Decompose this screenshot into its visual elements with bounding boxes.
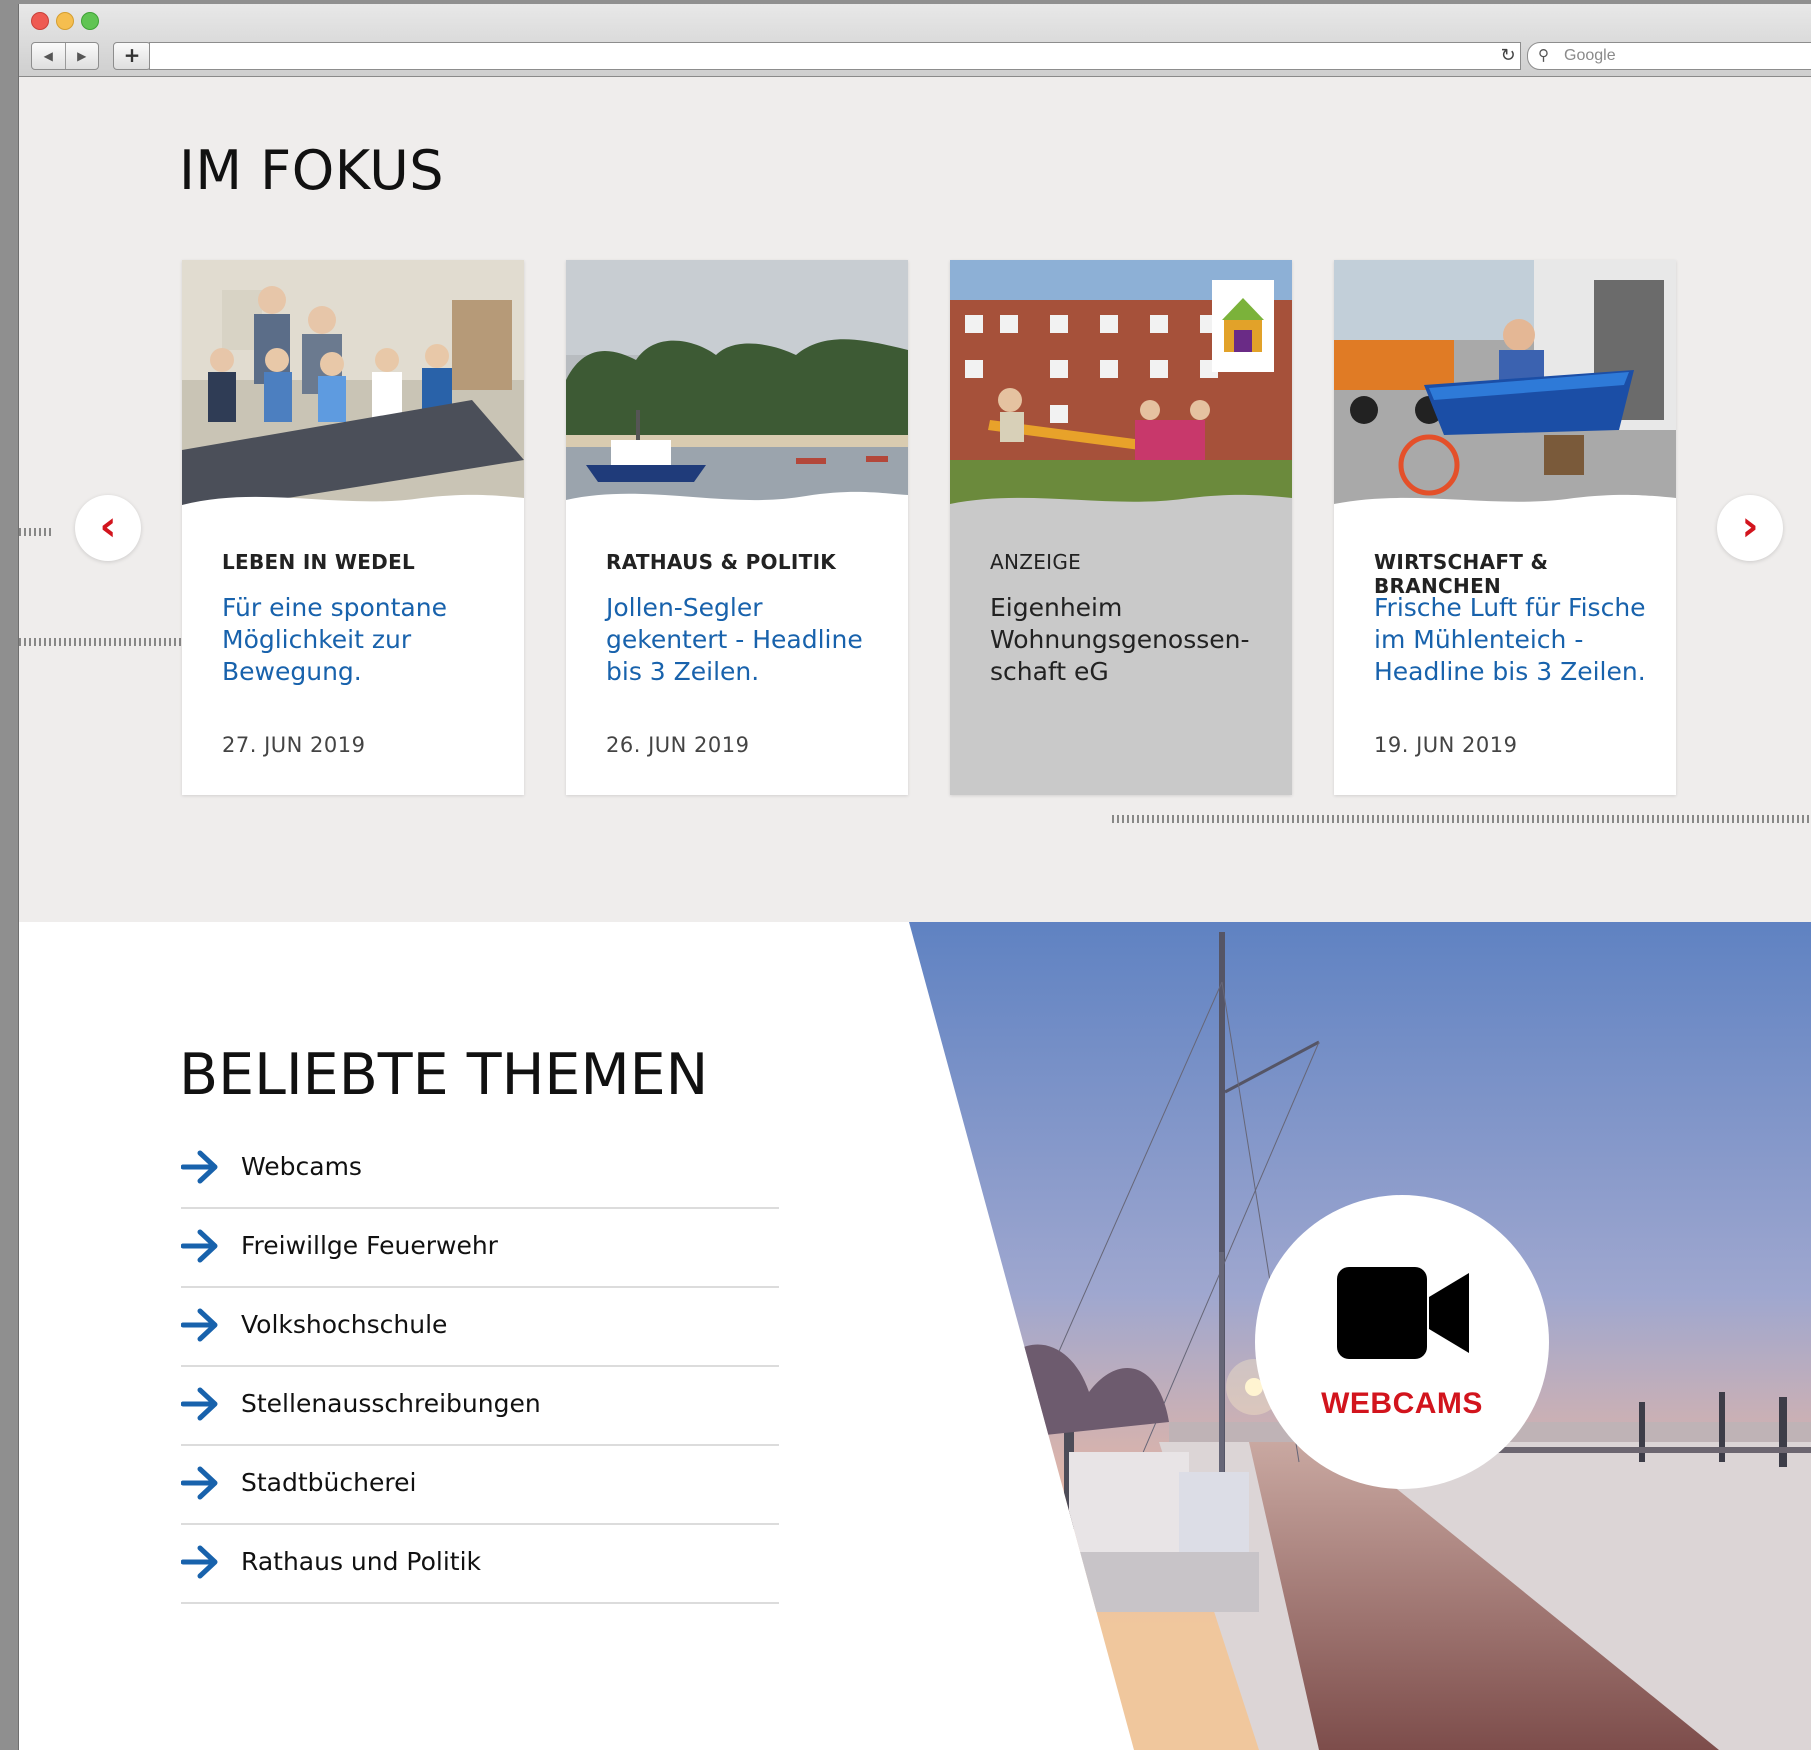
card-image-aerator-boat [1334, 260, 1676, 515]
reload-icon[interactable]: ↻ [1497, 42, 1519, 70]
chevron-right-icon: › [1741, 501, 1759, 550]
card-category: WIRTSCHAFT & BRANCHEN [1374, 550, 1549, 598]
browser-window: ◀ ▶ + ↻ ⚲ Google IM FOKUS ‹ › LEBEN IN W… [18, 4, 1811, 1750]
search-input[interactable]: ⚲ Google [1527, 42, 1811, 70]
topic-label: Freiwillge Feuerwehr [241, 1231, 498, 1260]
decorative-line [1112, 815, 1811, 823]
card-date: 19. JUN 2019 [1374, 733, 1518, 757]
minimize-window-button[interactable] [56, 12, 74, 30]
arrow-right-icon [181, 1466, 218, 1500]
carousel-next-button[interactable]: › [1717, 495, 1783, 561]
section-title-beliebte-themen: BELIEBTE THEMEN [179, 1042, 709, 1108]
decorative-line [19, 528, 53, 536]
topic-label: Rathaus und Politik [241, 1547, 482, 1576]
card-headline-link[interactable]: Für eine spontane Möglichkeit zur Bewegu… [222, 592, 502, 688]
im-fokus-section: IM FOKUS ‹ › LEBEN IN WEDEL Für eine spo… [19, 77, 1811, 922]
topic-label: Stellenausschreibungen [241, 1389, 541, 1418]
card-image-kids-table-tennis [182, 260, 524, 515]
topic-link-stadtbuecherei[interactable]: Stadtbücherei [181, 1446, 779, 1525]
zoom-window-button[interactable] [81, 12, 99, 30]
card-image-police-boat [566, 260, 908, 515]
ad-card[interactable]: ANZEIGE Eigenheim Wohnungsgenossen-schaf… [950, 260, 1292, 795]
card-headline-link[interactable]: Jollen-Segler gekentert - Headline bis 3… [606, 592, 886, 688]
webcams-label: WEBCAMS [1321, 1387, 1483, 1420]
arrow-right-icon [181, 1545, 218, 1579]
close-window-button[interactable] [31, 12, 49, 30]
card-category: LEBEN IN WEDEL [222, 550, 416, 574]
card-date: 26. JUN 2019 [606, 733, 750, 757]
topic-link-rathaus-politik[interactable]: Rathaus und Politik [181, 1525, 779, 1604]
topic-link-feuerwehr[interactable]: Freiwillge Feuerwehr [181, 1209, 779, 1288]
chevron-left-icon: ‹ [99, 501, 117, 550]
topic-link-webcams[interactable]: Webcams [181, 1130, 779, 1209]
topic-link-stellenausschreibungen[interactable]: Stellenausschreibungen [181, 1367, 779, 1446]
topic-label: Stadtbücherei [241, 1468, 417, 1497]
card-category: RATHAUS & POLITIK [606, 550, 837, 574]
arrow-right-icon [181, 1150, 218, 1184]
news-card[interactable]: WIRTSCHAFT & BRANCHEN Frische Luft für F… [1334, 260, 1676, 795]
forward-arrow-icon[interactable]: ▶ [66, 43, 99, 69]
topic-label: Volkshochschule [241, 1310, 448, 1339]
news-card[interactable]: RATHAUS & POLITIK Jollen-Segler gekenter… [566, 260, 908, 795]
webcams-teaser-button[interactable]: WEBCAMS [1255, 1195, 1549, 1489]
card-headline-link[interactable]: Frische Luft für Fische im Mühlenteich -… [1374, 592, 1654, 688]
arrow-right-icon [181, 1308, 218, 1342]
back-arrow-icon[interactable]: ◀ [32, 43, 66, 69]
history-nav-buttons: ◀ ▶ [31, 42, 99, 70]
card-category: ANZEIGE [990, 550, 1082, 574]
video-camera-icon [1337, 1267, 1469, 1359]
carousel-prev-button[interactable]: ‹ [75, 495, 141, 561]
new-tab-button[interactable]: + [113, 42, 151, 70]
address-bar[interactable] [149, 42, 1521, 70]
card-date: 27. JUN 2019 [222, 733, 366, 757]
card-image-housing-ad [950, 260, 1292, 515]
search-icon: ⚲ [1538, 47, 1549, 64]
arrow-right-icon [181, 1387, 218, 1421]
browser-toolbar: ◀ ▶ + ↻ ⚲ Google [19, 4, 1811, 77]
section-title-im-fokus: IM FOKUS [179, 139, 445, 202]
decorative-line [19, 638, 201, 646]
card-headline-link[interactable]: Eigenheim Wohnungsgenossen-schaft eG [990, 592, 1270, 688]
topic-list: Webcams Freiwillge Feuerwehr Volkshochsc… [181, 1130, 779, 1604]
arrow-right-icon [181, 1229, 218, 1263]
topic-label: Webcams [241, 1152, 362, 1181]
search-placeholder: Google [1564, 47, 1616, 64]
news-card[interactable]: LEBEN IN WEDEL Für eine spontane Möglich… [182, 260, 524, 795]
page-content: IM FOKUS ‹ › LEBEN IN WEDEL Für eine spo… [19, 77, 1811, 1750]
beliebte-themen-section: BELIEBTE THEMEN Webcams Freiwillge Feuer… [19, 922, 1811, 1750]
topic-link-volkshochschule[interactable]: Volkshochschule [181, 1288, 779, 1367]
